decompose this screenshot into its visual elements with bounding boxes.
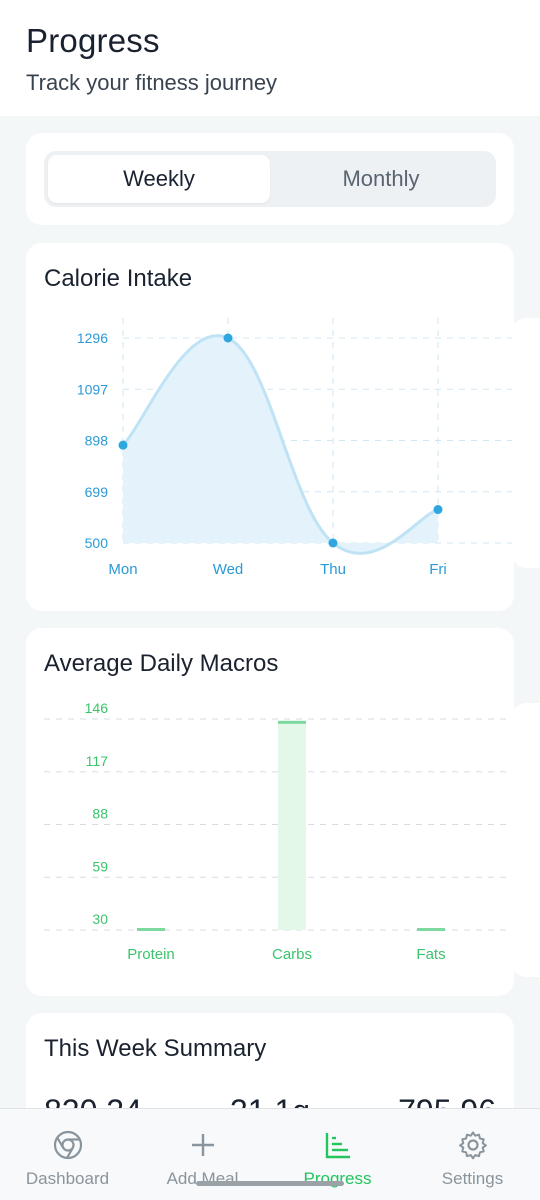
- plus-icon: [191, 1134, 214, 1156]
- page-title: Progress: [26, 22, 160, 59]
- nav-dashboard-label: Dashboard: [25, 1169, 110, 1188]
- gear-icon: [458, 1131, 487, 1160]
- bar-chart-icon: [325, 1133, 350, 1159]
- nav-progress-label: Progress: [303, 1169, 372, 1188]
- nav-add-meal[interactable]: Add Meal: [135, 1109, 270, 1200]
- macro-bar-cap: [278, 720, 306, 724]
- x-tick-label: Fri: [429, 561, 447, 578]
- week-summary-title: This Week Summary: [44, 1035, 267, 1062]
- calorie-intake-card: Calorie Intake 500 699 898 1097 1296 Mon Wed Th…: [26, 243, 514, 611]
- page-header: Progress Track your fitness journey: [0, 0, 540, 116]
- y-tick-label: 117: [86, 753, 109, 769]
- x-tick-label: Thu: [320, 561, 346, 578]
- y-tick-label: 500: [85, 535, 109, 551]
- scroll-edge: [512, 703, 540, 977]
- home-indicator: [196, 1181, 344, 1186]
- bottom-nav: Dashboard Add Meal Progress Settings: [0, 1108, 540, 1200]
- y-tick-label: 88: [92, 806, 108, 822]
- x-tick-label: Wed: [213, 561, 244, 578]
- nav-settings-label: Settings: [441, 1169, 504, 1188]
- period-toggle-card: Weekly Monthly: [26, 133, 514, 225]
- macro-bar-cap: [137, 928, 165, 931]
- nav-settings[interactable]: Settings: [405, 1109, 540, 1200]
- chrome-icon: [53, 1130, 82, 1160]
- calorie-intake-chart: 500 699 898 1097 1296 Mon Wed Thu Fri: [77, 318, 514, 578]
- scroll-edge: [512, 318, 540, 568]
- x-tick-label: Carbs: [272, 946, 312, 963]
- y-tick-label: 699: [85, 484, 109, 500]
- calorie-area: [123, 335, 438, 554]
- macro-bar: [278, 720, 306, 930]
- macros-chart: 30 59 88 117 146 Protein Carbs Fats: [44, 700, 514, 963]
- weekly-tab[interactable]: Weekly: [48, 155, 270, 203]
- y-tick-label: 898: [85, 433, 109, 449]
- monthly-tab[interactable]: Monthly: [270, 155, 492, 203]
- y-tick-label: 146: [85, 700, 109, 716]
- calorie-point: [223, 333, 233, 343]
- y-tick-label: 59: [92, 858, 108, 874]
- x-tick-label: Mon: [108, 561, 137, 578]
- y-tick-label: 30: [92, 911, 108, 927]
- macros-card: Average Daily Macros 30 59 88 117 146 Protein…: [26, 628, 514, 996]
- x-tick-label: Fats: [416, 946, 445, 963]
- nav-dashboard[interactable]: Dashboard: [0, 1109, 135, 1200]
- y-tick-label: 1296: [77, 330, 108, 346]
- macro-bar-cap: [417, 928, 445, 931]
- calorie-point: [433, 505, 443, 515]
- calorie-point: [328, 538, 338, 548]
- nav-add-meal-label: Add Meal: [166, 1169, 239, 1188]
- y-tick-label: 1097: [77, 381, 108, 397]
- period-toggle: Weekly Monthly: [44, 151, 496, 207]
- page-subtitle: Track your fitness journey: [26, 70, 278, 95]
- nav-progress[interactable]: Progress: [270, 1109, 405, 1200]
- calorie-point: [118, 440, 128, 450]
- x-tick-label: Protein: [127, 946, 175, 963]
